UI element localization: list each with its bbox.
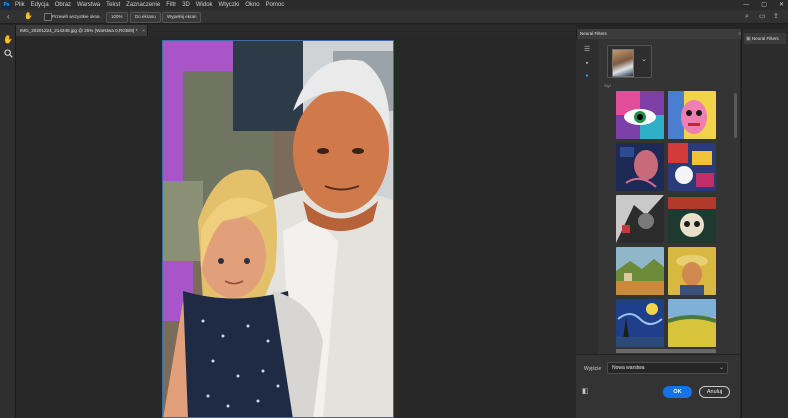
menu-help[interactable]: Pomoc xyxy=(266,0,285,10)
zoom-tool-icon[interactable] xyxy=(3,49,13,59)
neural-filters-sidebar: ☰ ▪ ● xyxy=(576,39,598,357)
panel-scrollbar[interactable] xyxy=(733,83,738,353)
status-dot-icon: ● xyxy=(585,73,589,79)
neural-filters-icon: ▣ xyxy=(746,36,751,42)
style-tile-abstract-collage[interactable] xyxy=(668,143,716,191)
window-controls: — ▢ ✕ xyxy=(743,0,784,10)
style-tile-starry-night[interactable] xyxy=(616,299,664,347)
menu-filter[interactable]: Filtr xyxy=(166,0,176,10)
minimize-button[interactable]: — xyxy=(743,0,749,10)
document-tab-title: IMG_20201224_214249.jpg @ 25% (Warstwa 0… xyxy=(20,28,138,33)
search-icon[interactable]: ⌕ xyxy=(745,12,749,22)
document-tab[interactable]: IMG_20201224_214249.jpg @ 25% (Warstwa 0… xyxy=(16,25,148,36)
scrollbar-thumb[interactable] xyxy=(734,93,737,138)
chevron-down-icon: ⌄ xyxy=(718,365,724,371)
style-tile-pop-art-eye[interactable] xyxy=(616,91,664,139)
style-tile-pop-art-portrait[interactable] xyxy=(668,91,716,139)
workspace-icon[interactable]: ▭ xyxy=(759,12,766,22)
neural-filters-dock-button[interactable]: ▣ Neural Filters xyxy=(744,33,786,44)
menu-edit[interactable]: Edycja xyxy=(31,0,49,10)
chevron-down-icon[interactable]: ⌄ xyxy=(641,55,647,63)
scroll-all-windows-label: Przewiń wszystkie okna xyxy=(52,14,100,19)
output-select[interactable]: Nowa warstwa ⌄ xyxy=(607,362,728,374)
filter-list-icon[interactable]: ☰ xyxy=(581,45,593,55)
style-tiles-next-row xyxy=(616,349,716,353)
maximize-button[interactable]: ▢ xyxy=(761,0,767,10)
style-section-label: Styl xyxy=(604,83,611,88)
menu-layer[interactable]: Warstwa xyxy=(77,0,100,10)
output-select-value: Nowa warstwa xyxy=(612,365,645,371)
output-label: Wyjście xyxy=(584,366,602,372)
menu-type[interactable]: Tekst xyxy=(106,0,120,10)
menu-select[interactable]: Zaznaczenie xyxy=(126,0,160,10)
stylized-photo xyxy=(163,41,393,417)
ok-button[interactable]: OK xyxy=(663,386,692,398)
menu-window[interactable]: Okno xyxy=(245,0,259,10)
compare-icon[interactable]: ◧ xyxy=(582,388,591,396)
zoom-100-button[interactable]: 100% xyxy=(106,12,128,23)
tab-strip xyxy=(148,25,576,36)
back-arrow-icon[interactable]: ‹ xyxy=(7,12,10,22)
menu-plugins[interactable]: Wtyczki xyxy=(219,0,240,10)
cancel-button[interactable]: Anuluj xyxy=(699,386,730,398)
dock-button-label: Neural Filters xyxy=(752,36,779,41)
style-tile-wheat-field[interactable] xyxy=(668,299,716,347)
close-button[interactable]: ✕ xyxy=(779,0,784,10)
panel-title: Neural Filters xyxy=(580,31,607,36)
right-dock xyxy=(741,29,788,418)
menu-3d[interactable]: 3D xyxy=(182,0,190,10)
options-bar: ‹ ✋ Przewiń wszystkie okna 100% Do ekran… xyxy=(0,10,788,24)
plugin-icon[interactable]: ▪ xyxy=(581,59,593,69)
hand-tool-icon[interactable]: ✋ xyxy=(3,35,13,45)
preview-selector[interactable]: ⌄ xyxy=(607,45,652,78)
close-tab-icon[interactable]: × xyxy=(142,25,145,36)
menu-bar: Ps Plik Edycja Obraz Warstwa Tekst Zazna… xyxy=(0,0,788,10)
fill-screen-button[interactable]: Wypełnij ekran xyxy=(162,12,202,23)
menu-items: Plik Edycja Obraz Warstwa Tekst Zaznacze… xyxy=(15,0,284,10)
fit-screen-button[interactable]: Do ekranu xyxy=(130,12,161,23)
share-icon[interactable]: ⇪ xyxy=(773,12,779,22)
menu-file[interactable]: Plik xyxy=(15,0,25,10)
style-tile-dark-illustration[interactable] xyxy=(616,195,664,243)
menu-view[interactable]: Widok xyxy=(196,0,213,10)
style-tile-tattoo-skull[interactable] xyxy=(668,195,716,243)
style-tile-van-gogh-self-portrait[interactable] xyxy=(668,247,716,295)
preview-thumbnail xyxy=(612,49,634,77)
style-tile-blue-sketch[interactable] xyxy=(616,143,664,191)
document-canvas[interactable] xyxy=(162,40,394,418)
style-tile-landscape-painting[interactable] xyxy=(616,247,664,295)
menu-image[interactable]: Obraz xyxy=(55,0,71,10)
hand-tool-icon[interactable]: ✋ xyxy=(24,12,33,22)
panel-header: Neural Filters × xyxy=(577,29,744,39)
tools-panel: ✋ xyxy=(0,25,16,418)
photoshop-logo: Ps xyxy=(2,1,11,9)
scroll-all-windows-checkbox[interactable] xyxy=(44,13,52,21)
